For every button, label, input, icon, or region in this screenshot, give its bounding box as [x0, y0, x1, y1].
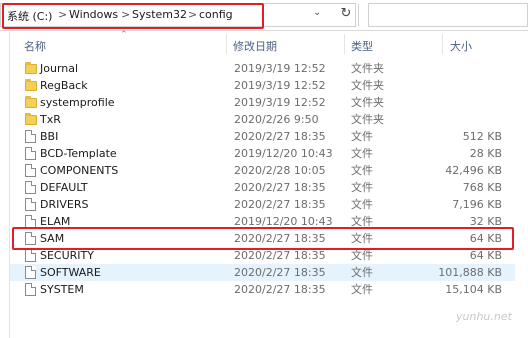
file-icon: [25, 164, 36, 177]
file-size: 512 KB: [462, 130, 502, 143]
list-item[interactable]: SYSTEM 2020/2/27 18:35 文件 15,104 KB: [10, 281, 515, 298]
file-size: 101,888 KB: [438, 266, 502, 279]
column-divider[interactable]: [226, 34, 227, 54]
file-icon: [25, 147, 36, 160]
folder-icon: [25, 113, 37, 125]
file-icon: [25, 181, 36, 194]
file-type: 文件: [351, 266, 373, 279]
file-type: 文件夹: [351, 96, 384, 109]
highlight-box-sam: [12, 227, 514, 250]
file-name: BCD-Template: [40, 147, 117, 160]
file-date: 2019/3/19 12:52: [234, 96, 326, 109]
file-name: SYSTEM: [40, 283, 84, 296]
list-item[interactable]: TxR 2020/2/26 9:50 文件夹: [10, 111, 515, 128]
file-date: 2020/2/26 9:50: [234, 113, 319, 126]
folder-icon: [25, 96, 37, 108]
file-type: 文件夹: [351, 62, 384, 75]
file-date: 2020/2/27 18:35: [234, 198, 326, 211]
file-name: DRIVERS: [40, 198, 89, 211]
file-icon: [25, 198, 36, 211]
file-name: BBI: [40, 130, 59, 143]
refresh-icon[interactable]: ↻: [335, 3, 357, 27]
file-date: 2019/3/19 12:52: [234, 62, 326, 75]
file-name: TxR: [40, 113, 61, 126]
list-item[interactable]: COMPONENTS 2020/2/28 10:05 文件 42,496 KB: [10, 162, 515, 179]
file-type: 文件: [351, 164, 373, 177]
file-icon: [25, 130, 36, 143]
file-date: 2020/2/27 18:35: [234, 283, 326, 296]
column-header-type[interactable]: 类型: [351, 38, 373, 54]
file-date: 2020/2/27 18:35: [234, 266, 326, 279]
file-type: 文件夹: [351, 113, 384, 126]
file-icon: [25, 283, 36, 296]
file-name: SOFTWARE: [40, 266, 101, 279]
file-type: 文件夹: [351, 79, 384, 92]
file-size: 768 KB: [462, 181, 502, 194]
file-date: 2019/3/19 12:52: [234, 79, 326, 92]
folder-icon: [25, 79, 37, 91]
list-item[interactable]: Journal 2019/3/19 12:52 文件夹: [10, 60, 515, 77]
file-type: 文件: [351, 181, 373, 194]
watermark: yunhu.net: [456, 310, 512, 323]
file-name: Journal: [40, 62, 79, 75]
file-name: RegBack: [40, 79, 88, 92]
folder-icon: [25, 62, 37, 74]
file-name: DEFAULT: [40, 181, 88, 194]
list-item[interactable]: BCD-Template 2019/12/20 10:43 文件 28 KB: [10, 145, 515, 162]
address-bar: 系统 (C:) > Windows > System32 > config ⌄ …: [0, 0, 528, 31]
file-type: 文件: [351, 283, 373, 296]
file-icon: [25, 249, 36, 262]
file-name: systemprofile: [40, 96, 115, 109]
file-date: 2020/2/27 18:35: [234, 130, 326, 143]
file-type: 文件: [351, 130, 373, 143]
column-header: ⌃ 名称 修改日期 类型 大小: [0, 30, 528, 58]
list-item[interactable]: DRIVERS 2020/2/27 18:35 文件 7,196 KB: [10, 196, 515, 213]
file-type: 文件: [351, 198, 373, 211]
file-icon: [25, 266, 36, 279]
column-header-name[interactable]: 名称: [24, 38, 46, 54]
search-input[interactable]: [368, 3, 528, 27]
file-size: 28 KB: [469, 147, 502, 160]
column-divider[interactable]: [344, 34, 345, 54]
file-date: 2020/2/27 18:35: [234, 181, 326, 194]
file-type: 文件: [351, 147, 373, 160]
list-item[interactable]: RegBack 2019/3/19 12:52 文件夹: [10, 77, 515, 94]
file-size: 7,196 KB: [452, 198, 502, 211]
list-item[interactable]: BBI 2020/2/27 18:35 文件 512 KB: [10, 128, 515, 145]
column-divider[interactable]: [442, 34, 443, 54]
list-item[interactable]: DEFAULT 2020/2/27 18:35 文件 768 KB: [10, 179, 515, 196]
list-item[interactable]: systemprofile 2019/3/19 12:52 文件夹: [10, 94, 515, 111]
divider: [358, 4, 359, 26]
highlight-box-path: [2, 3, 264, 29]
chevron-down-icon[interactable]: ⌄: [313, 7, 321, 18]
list-item-selected[interactable]: SOFTWARE 2020/2/27 18:35 文件 101,888 KB: [10, 264, 515, 281]
file-name: COMPONENTS: [40, 164, 119, 177]
column-header-size[interactable]: 大小: [450, 38, 472, 54]
file-size: 42,496 KB: [445, 164, 502, 177]
file-date: 2020/2/28 10:05: [234, 164, 326, 177]
column-header-modified[interactable]: 修改日期: [233, 38, 277, 54]
file-size: 15,104 KB: [445, 283, 502, 296]
file-date: 2019/12/20 10:43: [234, 147, 333, 160]
sort-ascending-icon: ⌃: [120, 30, 128, 40]
